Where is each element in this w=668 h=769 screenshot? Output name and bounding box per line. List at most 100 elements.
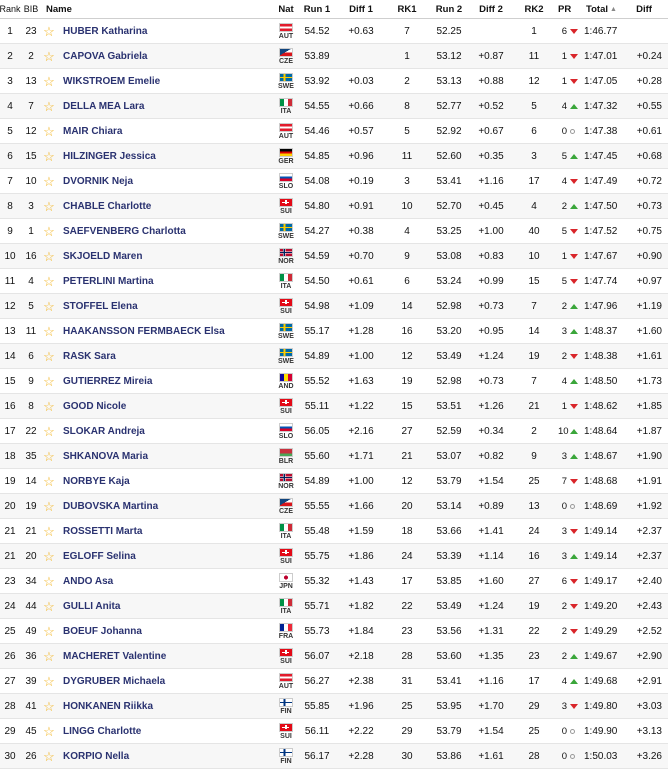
favorite-star-button[interactable]: ☆ (42, 369, 56, 393)
athlete-name-link[interactable]: STOFFEL Elena (63, 294, 278, 318)
athlete-name-link[interactable]: SHKANOVA Maria (63, 444, 278, 468)
athlete-name-link[interactable]: DYGRUBER Michaela (63, 669, 278, 693)
table-row[interactable]: 20 19 ☆ DUBOVSKA Martina CZE 55.55 +1.66 20 53.1… (0, 494, 668, 519)
header-rk2[interactable]: RK2 (522, 0, 546, 18)
favorite-star-button[interactable]: ☆ (42, 344, 56, 368)
athlete-name-link[interactable]: GULLI Anita (63, 594, 278, 618)
header-run2[interactable]: Run 2 (432, 0, 466, 18)
athlete-name-link[interactable]: GOOD Nicole (63, 394, 278, 418)
favorite-star-button[interactable]: ☆ (42, 394, 56, 418)
header-total[interactable]: Total ▲ (586, 0, 626, 18)
table-row[interactable]: 4 7 ☆ DELLA MEA Lara ITA 54.55 +0.66 8 52.77 +0.5… (0, 94, 668, 119)
header-nat[interactable]: Nat (274, 0, 298, 18)
table-row[interactable]: 17 22 ☆ SLOKAR Andreja SLO 56.05 +2.16 27 52.59 +… (0, 419, 668, 444)
table-row[interactable]: 26 36 ☆ MACHERET Valentine SUI 56.07 +2.18 28 53… (0, 644, 668, 669)
favorite-star-button[interactable]: ☆ (42, 694, 56, 718)
athlete-name-link[interactable]: HUBER Katharina (63, 19, 278, 43)
favorite-star-button[interactable]: ☆ (42, 594, 56, 618)
header-diff2[interactable]: Diff 2 (474, 0, 508, 18)
header-diff1[interactable]: Diff 1 (344, 0, 378, 18)
athlete-name-link[interactable]: MACHERET Valentine (63, 644, 278, 668)
table-row[interactable]: 7 10 ☆ DVORNIK Neja SLO 54.08 +0.19 3 53.41 +1.16… (0, 169, 668, 194)
athlete-name-link[interactable]: SAEFVENBERG Charlotta (63, 219, 278, 243)
favorite-star-button[interactable]: ☆ (42, 519, 56, 543)
favorite-star-button[interactable]: ☆ (42, 669, 56, 693)
athlete-name-link[interactable]: GUTIERREZ Mireia (63, 369, 278, 393)
athlete-name-link[interactable]: KORPIO Nella (63, 744, 278, 768)
header-pr[interactable]: PR (558, 0, 584, 18)
favorite-star-button[interactable]: ☆ (42, 619, 56, 643)
table-row[interactable]: 29 45 ☆ LINGG Charlotte SUI 56.11 +2.22 29 53.79… (0, 719, 668, 744)
athlete-name-link[interactable]: MAIR Chiara (63, 119, 278, 143)
favorite-star-button[interactable]: ☆ (42, 319, 56, 343)
table-row[interactable]: 15 9 ☆ GUTIERREZ Mireia AND 55.52 +1.63 19 52.98… (0, 369, 668, 394)
athlete-name-link[interactable]: NORBYE Kaja (63, 469, 278, 493)
favorite-star-button[interactable]: ☆ (42, 569, 56, 593)
favorite-star-button[interactable]: ☆ (42, 444, 56, 468)
table-row[interactable]: 21 20 ☆ EGLOFF Selina SUI 55.75 +1.86 24 53.39 +1… (0, 544, 668, 569)
header-rank[interactable]: Rank (0, 0, 21, 18)
favorite-star-button[interactable]: ☆ (42, 44, 56, 68)
favorite-star-button[interactable]: ☆ (42, 19, 56, 43)
table-row[interactable]: 25 49 ☆ BOEUF Johanna FRA 55.73 +1.84 23 53.56 +1… (0, 619, 668, 644)
table-row[interactable]: 23 34 ☆ ANDO Asa JPN 55.32 +1.43 17 53.85 +1.60 27… (0, 569, 668, 594)
favorite-star-button[interactable]: ☆ (42, 119, 56, 143)
athlete-name-link[interactable]: EGLOFF Selina (63, 544, 278, 568)
favorite-star-button[interactable]: ☆ (42, 144, 56, 168)
table-row[interactable]: 3 13 ☆ WIKSTROEM Emelie SWE 53.92 +0.03 2 53.13 +… (0, 69, 668, 94)
table-row[interactable]: 13 11 ☆ HAAKANSSON FERMBAECK Elsa SWE 55.17 +1… (0, 319, 668, 344)
header-run1[interactable]: Run 1 (300, 0, 334, 18)
table-row[interactable]: 28 41 ☆ HONKANEN Riikka FIN 55.85 +1.96 25 53.95… (0, 694, 668, 719)
table-row[interactable]: 11 4 ☆ PETERLINI Martina ITA 54.50 +0.61 6 53.24… (0, 269, 668, 294)
table-row[interactable]: 16 8 ☆ GOOD Nicole SUI 55.11 +1.22 15 53.51 +1.26… (0, 394, 668, 419)
favorite-star-button[interactable]: ☆ (42, 469, 56, 493)
table-row[interactable]: 8 3 ☆ CHABLE Charlotte SUI 54.80 +0.91 10 52.70 +… (0, 194, 668, 219)
favorite-star-button[interactable]: ☆ (42, 544, 56, 568)
header-bib[interactable]: BIB (22, 0, 40, 18)
table-row[interactable]: 21 21 ☆ ROSSETTI Marta ITA 55.48 +1.59 18 53.66 +… (0, 519, 668, 544)
athlete-name-link[interactable]: RASK Sara (63, 344, 278, 368)
athlete-name-link[interactable]: SKJOELD Maren (63, 244, 278, 268)
athlete-name-link[interactable]: SLOKAR Andreja (63, 419, 278, 443)
athlete-name-link[interactable]: HILZINGER Jessica (63, 144, 278, 168)
favorite-star-button[interactable]: ☆ (42, 719, 56, 743)
table-row[interactable]: 9 1 ☆ SAEFVENBERG Charlotta SWE 54.27 +0.38 4 53… (0, 219, 668, 244)
athlete-name-link[interactable]: ANDO Asa (63, 569, 278, 593)
athlete-name-link[interactable]: BOEUF Johanna (63, 619, 278, 643)
favorite-star-button[interactable]: ☆ (42, 244, 56, 268)
table-row[interactable]: 10 16 ☆ SKJOELD Maren NOR 54.59 +0.70 9 53.08 +0.… (0, 244, 668, 269)
table-row[interactable]: 2 2 ☆ CAPOVA Gabriela CZE 53.89 1 53.12 +0.87 11 1… (0, 44, 668, 69)
favorite-star-button[interactable]: ☆ (42, 269, 56, 293)
athlete-name-link[interactable]: LINGG Charlotte (63, 719, 278, 743)
favorite-star-button[interactable]: ☆ (42, 294, 56, 318)
favorite-star-button[interactable]: ☆ (42, 644, 56, 668)
table-row[interactable]: 30 26 ☆ KORPIO Nella FIN 56.17 +2.28 30 53.86 +1.… (0, 744, 668, 769)
favorite-star-button[interactable]: ☆ (42, 219, 56, 243)
table-row[interactable]: 6 15 ☆ HILZINGER Jessica GER 54.85 +0.96 11 52.6… (0, 144, 668, 169)
table-row[interactable]: 27 39 ☆ DYGRUBER Michaela AUT 56.27 +2.38 31 53.… (0, 669, 668, 694)
header-diff[interactable]: Diff (626, 0, 666, 18)
athlete-name-link[interactable]: DELLA MEA Lara (63, 94, 278, 118)
favorite-star-button[interactable]: ☆ (42, 419, 56, 443)
favorite-star-button[interactable]: ☆ (42, 169, 56, 193)
table-row[interactable]: 24 44 ☆ GULLI Anita ITA 55.71 +1.82 22 53.49 +1.2… (0, 594, 668, 619)
athlete-name-link[interactable]: DVORNIK Neja (63, 169, 278, 193)
athlete-name-link[interactable]: PETERLINI Martina (63, 269, 278, 293)
favorite-star-button[interactable]: ☆ (42, 94, 56, 118)
table-row[interactable]: 18 35 ☆ SHKANOVA Maria BLR 55.60 +1.71 21 53.07 +… (0, 444, 668, 469)
favorite-star-button[interactable]: ☆ (42, 194, 56, 218)
athlete-name-link[interactable]: CHABLE Charlotte (63, 194, 278, 218)
table-row[interactable]: 5 12 ☆ MAIR Chiara AUT 54.46 +0.57 5 52.92 +0.67 6… (0, 119, 668, 144)
favorite-star-button[interactable]: ☆ (42, 744, 56, 768)
header-rk1[interactable]: RK1 (396, 0, 418, 18)
table-row[interactable]: 19 14 ☆ NORBYE Kaja NOR 54.89 +1.00 12 53.79 +1.5… (0, 469, 668, 494)
athlete-name-link[interactable]: ROSSETTI Marta (63, 519, 278, 543)
table-row[interactable]: 1 23 ☆ HUBER Katharina AUT 54.52 +0.63 7 52.25 1 6… (0, 19, 668, 44)
table-row[interactable]: 12 5 ☆ STOFFEL Elena SUI 54.98 +1.09 14 52.98 +0.… (0, 294, 668, 319)
athlete-name-link[interactable]: DUBOVSKA Martina (63, 494, 278, 518)
athlete-name-link[interactable]: HAAKANSSON FERMBAECK Elsa (63, 319, 278, 343)
athlete-name-link[interactable]: WIKSTROEM Emelie (63, 69, 278, 93)
header-name[interactable]: Name (46, 0, 261, 18)
table-row[interactable]: 14 6 ☆ RASK Sara SWE 54.89 +1.00 12 53.49 +1.24 19… (0, 344, 668, 369)
athlete-name-link[interactable]: CAPOVA Gabriela (63, 44, 278, 68)
